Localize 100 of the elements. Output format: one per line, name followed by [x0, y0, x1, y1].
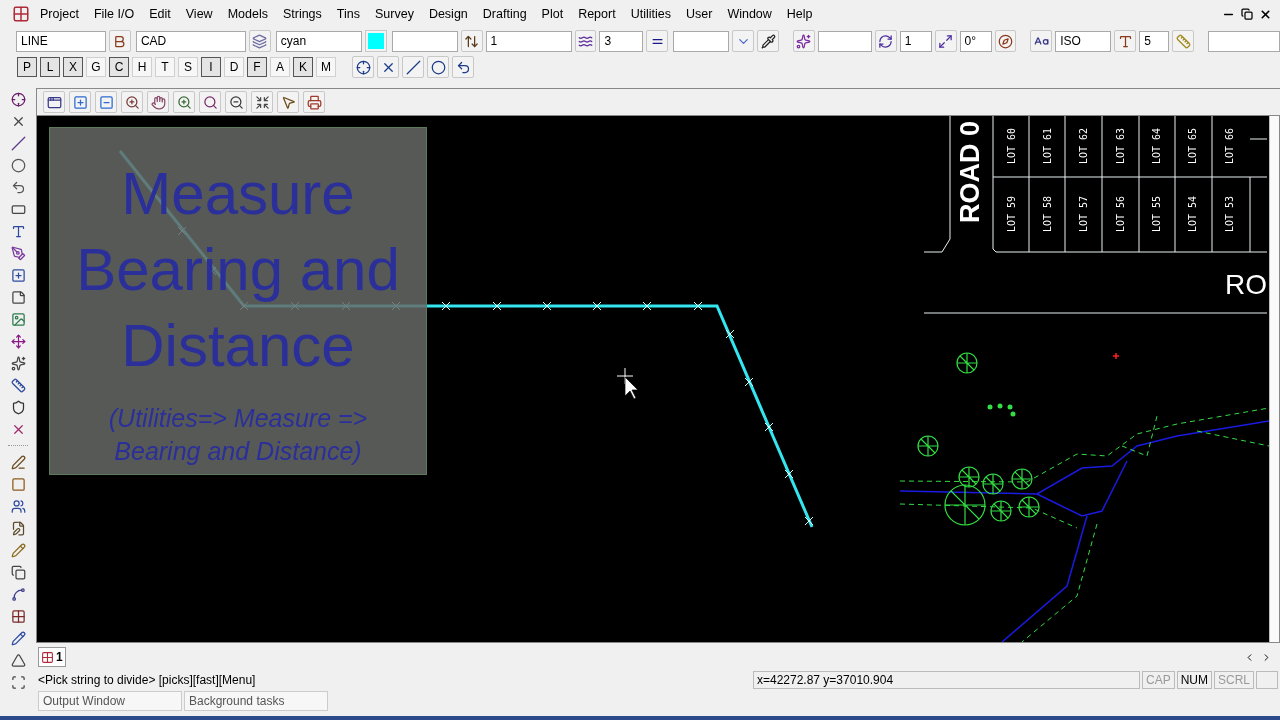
line-weight-button[interactable] [646, 30, 669, 52]
tree-icon [1018, 496, 1040, 518]
menu-item[interactable]: Models [227, 4, 268, 24]
snap-arc-button[interactable] [452, 56, 474, 78]
text-size-field[interactable]: 5 [1139, 30, 1170, 52]
menu-item[interactable]: Help [786, 4, 813, 24]
snap-point-button[interactable] [352, 56, 374, 78]
people-icon [10, 499, 26, 514]
printer-button[interactable] [303, 91, 325, 113]
menu-item[interactable]: View [185, 4, 213, 24]
close-icon[interactable] [1259, 7, 1272, 21]
snap-mode-button[interactable]: S [178, 57, 198, 77]
snap-mode-button[interactable]: K [293, 57, 313, 77]
text-field[interactable]: 3 [599, 30, 644, 52]
height-button[interactable] [460, 30, 483, 52]
magnifier-plus-button[interactable] [121, 91, 143, 113]
ruler-button[interactable] [1172, 30, 1195, 52]
rotate-button[interactable] [874, 30, 897, 52]
model-field[interactable]: CAD [135, 30, 246, 52]
lot-label: LOT 62 [1078, 127, 1089, 165]
menu-item[interactable]: Report [578, 4, 616, 24]
scale-button[interactable] [934, 30, 957, 52]
hand-button[interactable] [147, 91, 169, 113]
text-field[interactable]: 1 [485, 30, 572, 52]
text-field[interactable] [673, 30, 730, 52]
snap-mode-button[interactable]: X [63, 57, 83, 77]
text-field[interactable]: 1 [899, 30, 932, 52]
snap-mode-button[interactable]: H [132, 57, 152, 77]
pen-line-icon [10, 455, 26, 470]
snap-mode-button[interactable]: G [86, 57, 106, 77]
snap-circle-button[interactable] [427, 56, 449, 78]
text-style-field[interactable]: ISO [1055, 30, 1112, 52]
snap-mode-button[interactable]: P [17, 57, 37, 77]
key-indicator: SCRL [1214, 671, 1254, 689]
symbol-button[interactable] [792, 30, 815, 52]
snap-mode-button[interactable]: M [316, 57, 336, 77]
menu-item[interactable]: Design [428, 4, 468, 24]
status-panel [1256, 671, 1278, 689]
pointer-button[interactable] [277, 91, 299, 113]
pen-icon [10, 246, 26, 261]
lot-label: LOT 54 [1187, 195, 1198, 233]
snap-intersection-button[interactable] [377, 56, 399, 78]
menu-item[interactable]: Project [40, 4, 79, 24]
menu-item[interactable]: Window [727, 4, 772, 24]
menu-item[interactable]: Plot [541, 4, 564, 24]
text-field[interactable] [1208, 30, 1280, 52]
crosshair-icon [10, 92, 26, 107]
triangle-icon [10, 653, 26, 668]
arrows-button[interactable] [251, 91, 273, 113]
restore-icon[interactable] [1241, 8, 1253, 20]
snap-mode-button[interactable]: D [224, 57, 244, 77]
angle-field[interactable]: 0° [959, 30, 992, 52]
app-icon[interactable] [12, 5, 30, 23]
text-style-button[interactable] [1030, 30, 1053, 52]
menu-item[interactable]: Survey [375, 4, 414, 24]
text-field[interactable] [391, 30, 458, 52]
rotate-icon [878, 33, 894, 49]
menu-item[interactable]: Edit [149, 4, 171, 24]
magnifier-plus-button[interactable] [173, 91, 195, 113]
snap-mode-button[interactable]: C [109, 57, 129, 77]
colour-swatch[interactable] [364, 30, 387, 52]
tree-icon [990, 500, 1012, 522]
menu-item[interactable]: File I/O [93, 4, 135, 24]
panel-tab[interactable]: Background tasks [184, 691, 328, 711]
scroll-bar[interactable] [1269, 116, 1279, 642]
pipette-button[interactable] [757, 30, 779, 52]
view-tab[interactable]: 1 [38, 647, 66, 667]
magnifier-plus-icon [124, 94, 140, 110]
window-button[interactable] [43, 91, 65, 113]
line-icon [10, 136, 26, 151]
panel-tab[interactable]: Output Window [38, 691, 182, 711]
lot-label: LOT 57 [1078, 195, 1089, 233]
square-minus-button[interactable] [95, 91, 117, 113]
magnifier-button[interactable] [225, 91, 247, 113]
snap-mode-button[interactable]: A [270, 57, 290, 77]
lot-label: LOT 66 [1224, 127, 1235, 165]
move-icon [10, 334, 26, 349]
drawing-canvas[interactable]: Measure Bearing and Distance (Utilities=> Measure => Bearing and Distance) LOT 60 LOT 61 LOT 62 LOT 63 LOT 64 LOT 65 LOT 66 LOT 59 LOT 58 LOT 57 LOT 56 LOT 55 LOT 54 LOT 53 ROAD 0 RO [37, 116, 1269, 642]
snap-line-button[interactable] [402, 56, 424, 78]
layers-icon [252, 33, 268, 49]
line-style-button[interactable] [574, 30, 597, 52]
menu-item[interactable]: Utilities [630, 4, 671, 24]
snap-mode-button[interactable]: L [40, 57, 60, 77]
snap-mode-button[interactable]: I [201, 57, 221, 77]
lot-label: LOT 63 [1115, 127, 1126, 165]
menu-item[interactable]: User [685, 4, 713, 24]
layers-button[interactable] [248, 30, 271, 52]
road-label: RO [1225, 269, 1267, 300]
menu-item[interactable]: Strings [282, 4, 322, 24]
square-plus-button[interactable] [69, 91, 91, 113]
text-field[interactable] [817, 30, 872, 52]
string-name-field[interactable]: LINE [16, 30, 106, 52]
snap-mode-button[interactable]: T [155, 57, 175, 77]
search-button[interactable] [199, 91, 221, 113]
pencil-icon [10, 631, 26, 646]
menu-item[interactable]: Drafting [482, 4, 527, 24]
menu-item[interactable]: Tins [336, 4, 360, 24]
colour-field[interactable]: cyan [275, 30, 362, 52]
snap-mode-button[interactable]: F [247, 57, 267, 77]
text-button[interactable] [1114, 30, 1137, 52]
